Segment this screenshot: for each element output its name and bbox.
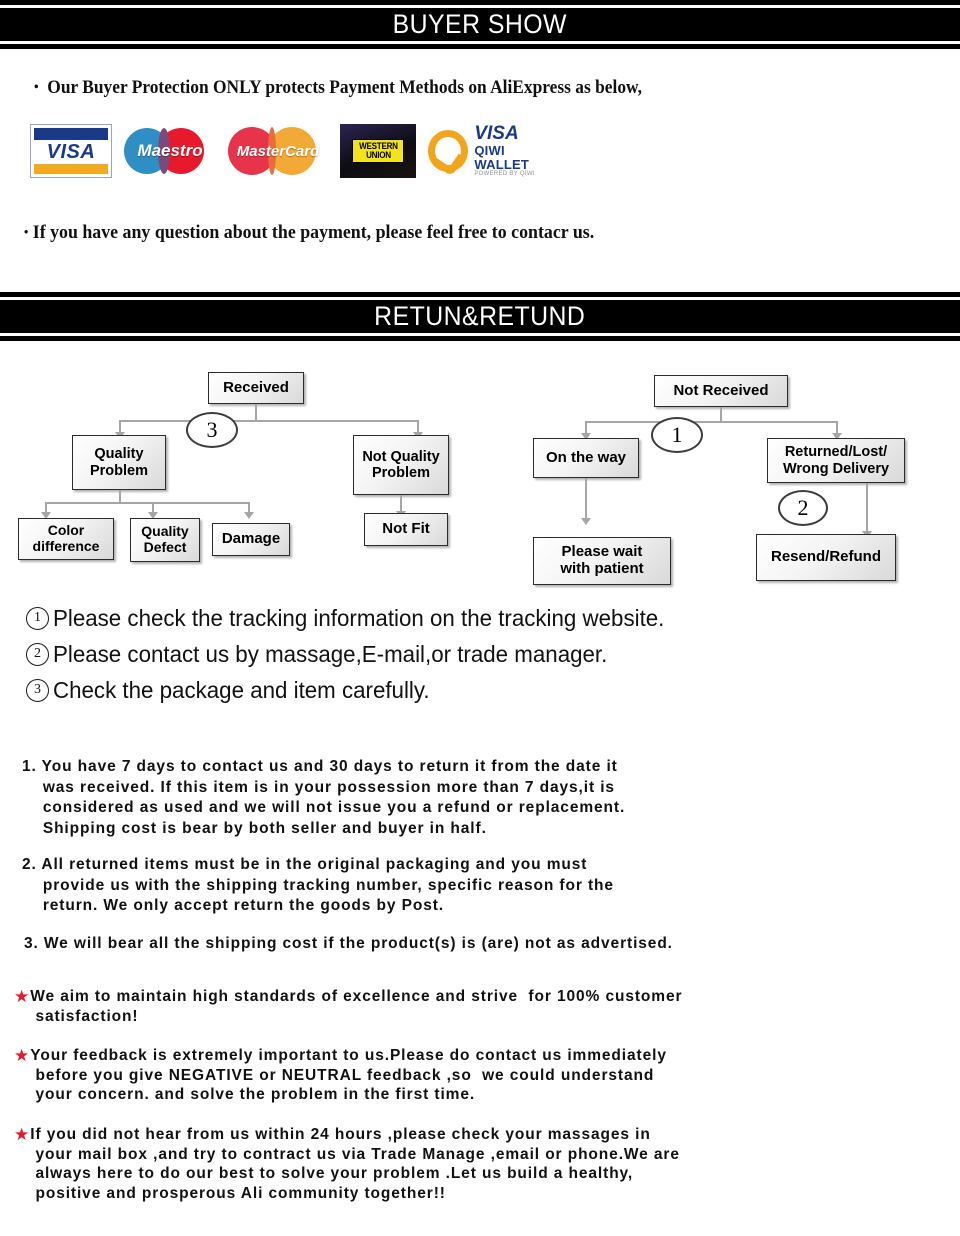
step-number-3: 3 bbox=[26, 678, 49, 702]
return-refund-title: RETUN&RETUND bbox=[374, 301, 586, 331]
flow-node-resend-refund-label: Resend/Refund bbox=[770, 548, 881, 566]
flow-node-not-quality-problem: Not Quality Problem bbox=[353, 435, 449, 495]
qiwi-powered-label: POWERED BY QIWI bbox=[474, 171, 535, 178]
flow-node-received: Received bbox=[208, 372, 304, 404]
flow-node-quality-defect: Quality Defect bbox=[130, 518, 200, 562]
flow-node-damage-label: Damage bbox=[221, 530, 281, 548]
flow-node-please-wait-label: Please wait with patient bbox=[560, 543, 644, 577]
flow-node-resend-refund: Resend/Refund bbox=[756, 534, 896, 581]
visa-top-band bbox=[34, 128, 108, 140]
maestro-logo: Maestro bbox=[124, 124, 216, 178]
step-number-2: 2 bbox=[26, 642, 49, 666]
visa-logo: VISA bbox=[30, 124, 112, 178]
visa-bottom-band bbox=[34, 164, 108, 174]
flow-node-on-the-way-label: On the way bbox=[545, 448, 627, 466]
western-union-line2: UNION bbox=[365, 150, 391, 160]
star-icon: ★ bbox=[14, 987, 30, 1006]
flow-marker-1-label: 1 bbox=[671, 422, 683, 447]
starred-note-2: ★ Your feedback is extremely important t… bbox=[14, 1046, 667, 1105]
connector-received-split bbox=[119, 420, 418, 422]
policy-paragraph-3: 3. We will bear all the shipping cost if… bbox=[24, 935, 673, 952]
return-banner-bar: RETUN&RETUND bbox=[0, 300, 960, 333]
flow-node-color-difference-label: Color difference bbox=[32, 522, 100, 554]
connector-not-received-split bbox=[585, 421, 837, 423]
flow-node-not-fit-label: Not Fit bbox=[382, 520, 430, 538]
step-text-3: Check the package and item carefully. bbox=[53, 676, 430, 703]
buyer-show-title: BUYER SHOW bbox=[392, 9, 568, 39]
flow-node-returned-lost-label: Returned/Lost/ Wrong Delivery bbox=[782, 444, 890, 477]
flow-marker-3-label: 3 bbox=[206, 417, 218, 442]
flow-node-on-the-way: On the way bbox=[533, 438, 639, 478]
flow-node-not-received-label: Not Received bbox=[673, 381, 769, 399]
flow-node-quality-problem-label: Quality Problem bbox=[89, 446, 148, 479]
flow-node-please-wait: Please wait with patient bbox=[533, 537, 671, 585]
buyer-protection-text: • Our Buyer Protection ONLY protects Pay… bbox=[34, 78, 642, 99]
buyer-protection-label: Our Buyer Protection ONLY protects Payme… bbox=[47, 78, 642, 98]
qiwi-q-icon bbox=[428, 130, 469, 177]
western-union-logo: WESTERN UNION bbox=[340, 124, 416, 178]
bullet-glyph: • bbox=[34, 80, 39, 95]
flow-node-quality-defect-label: Quality Defect bbox=[141, 523, 189, 555]
flow-marker-3: 3 bbox=[186, 412, 238, 448]
qiwi-q-tail bbox=[432, 144, 465, 177]
flow-marker-2-label: 2 bbox=[797, 495, 809, 520]
visa-wordmark-area: VISA bbox=[31, 140, 111, 164]
starred-note-3: ★ If you did not hear from us within 24 … bbox=[14, 1125, 680, 1203]
list-item: 1 Please check the tracking information … bbox=[26, 600, 926, 636]
payment-methods-row: VISA Maestro MasterCard WESTERN UNION VI… bbox=[30, 124, 558, 178]
starred-note-2-text: Your feedback is extremely important to … bbox=[30, 1047, 667, 1103]
starred-note-3-text: If you did not hear from us within 24 ho… bbox=[30, 1126, 680, 1202]
arrow-to-damage bbox=[244, 512, 254, 519]
flow-node-received-label: Received bbox=[223, 378, 289, 396]
policy-paragraph-1: 1. You have 7 days to contact us and 30 … bbox=[22, 758, 626, 837]
flow-node-damage: Damage bbox=[212, 523, 290, 556]
western-union-plate: WESTERN UNION bbox=[351, 139, 405, 163]
flow-marker-2: 2 bbox=[778, 490, 828, 526]
mastercard-wordmark: MasterCard bbox=[236, 142, 320, 160]
flow-node-not-quality-problem-label: Not Quality Problem bbox=[362, 448, 440, 481]
arrow-to-please-wait bbox=[581, 518, 591, 525]
flow-node-color-difference: Color difference bbox=[18, 518, 114, 560]
return-flowchart: Received 3 Quality Problem Not Quality P… bbox=[0, 340, 960, 600]
connector-on-the-way-down bbox=[585, 478, 587, 520]
mastercard-logo: MasterCard bbox=[228, 124, 328, 178]
tracking-steps-list: 1 Please check the tracking information … bbox=[26, 600, 926, 708]
star-icon: ★ bbox=[14, 1125, 30, 1144]
banner-bar: BUYER SHOW bbox=[0, 8, 960, 41]
return-refund-banner: RETUN&RETUND bbox=[0, 292, 960, 341]
banner-rule-bottom bbox=[0, 44, 960, 49]
connector-quality-split bbox=[45, 502, 250, 504]
flow-node-not-fit: Not Fit bbox=[364, 513, 448, 546]
policy-paragraph-2: 2. All returned items must be in the ori… bbox=[22, 856, 614, 914]
payment-question-text: • If you have any question about the pay… bbox=[24, 222, 594, 244]
step-text-1: Please check the tracking information on… bbox=[53, 604, 665, 631]
payment-question-label: If you have any question about the payme… bbox=[32, 222, 595, 243]
qiwi-visa-wordmark: VISA bbox=[474, 123, 519, 145]
list-item: 3 Check the package and item carefully. bbox=[26, 672, 926, 708]
flow-marker-1: 1 bbox=[651, 417, 703, 453]
list-item: 2 Please contact us by massage,E-mail,or… bbox=[26, 636, 926, 672]
starred-note-1: ★ We aim to maintain high standards of e… bbox=[14, 987, 682, 1026]
flow-node-quality-problem: Quality Problem bbox=[72, 435, 166, 490]
qiwi-wallet-label: QIWI WALLET bbox=[474, 143, 529, 172]
flow-node-not-received: Not Received bbox=[654, 375, 788, 407]
star-icon: ★ bbox=[14, 1046, 30, 1065]
step-text-2: Please contact us by massage,E-mail,or t… bbox=[53, 640, 608, 667]
buyer-show-banner: BUYER SHOW bbox=[0, 0, 960, 49]
qiwi-visa-wallet-logo: VISA QIWI WALLET POWERED BY QIWI bbox=[428, 124, 558, 178]
qiwi-text-block: VISA QIWI WALLET POWERED BY QIWI bbox=[474, 124, 558, 178]
bullet-glyph-2: • bbox=[24, 224, 29, 239]
maestro-wordmark: Maestro bbox=[137, 141, 203, 160]
visa-wordmark: VISA bbox=[46, 140, 96, 163]
step-number-1: 1 bbox=[26, 606, 49, 630]
starred-note-1-text: We aim to maintain high standards of exc… bbox=[30, 988, 683, 1025]
flow-node-returned-lost-wrong-delivery: Returned/Lost/ Wrong Delivery bbox=[767, 438, 905, 483]
connector-returned-lost-down bbox=[866, 483, 868, 533]
